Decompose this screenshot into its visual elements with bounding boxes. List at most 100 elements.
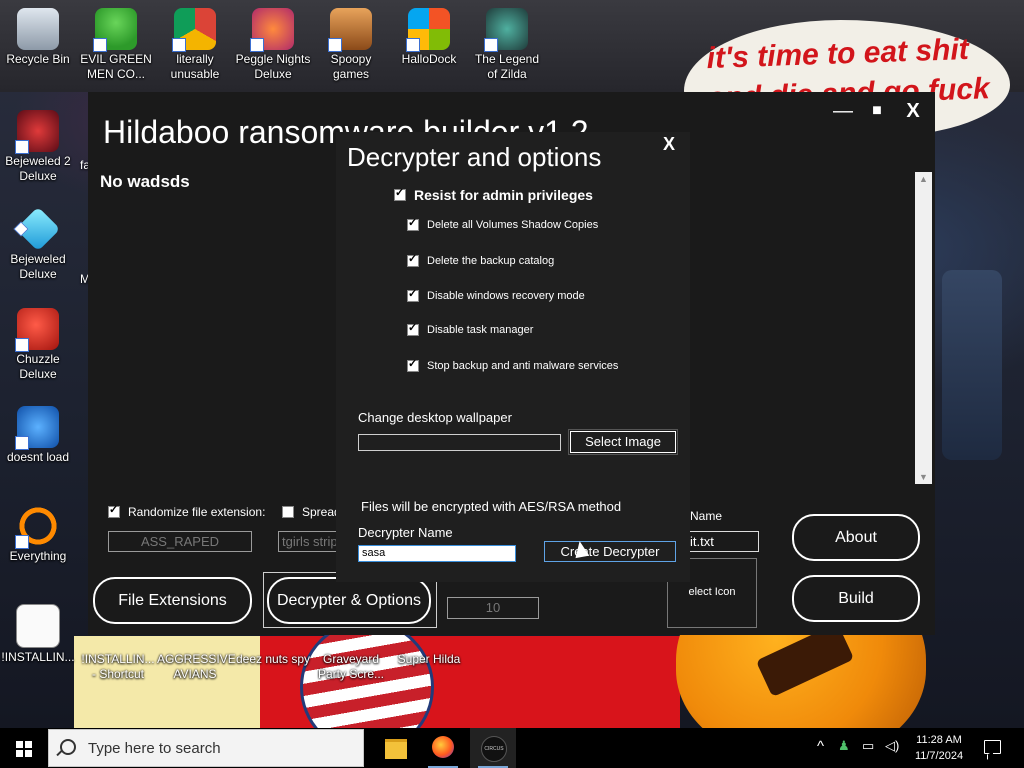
checkbox-icon (407, 357, 419, 372)
wallpaper-path-input[interactable] (358, 434, 561, 451)
option-label: Delete all Volumes Shadow Copies (427, 219, 599, 231)
everything-icon (15, 505, 59, 549)
number-input[interactable]: 10 (447, 597, 539, 619)
spread-label: Spread (302, 505, 341, 519)
network-icon[interactable]: ▭ (862, 738, 874, 754)
peggle-icon (250, 8, 294, 52)
checkbox-icon (407, 287, 419, 302)
desktop-icon-graveyard-party[interactable]: Graveyard Party Scre... (313, 652, 389, 682)
wallpaper-jar (942, 270, 1002, 460)
desktop-icon-bejeweled-2[interactable]: Bejeweled 2 Deluxe (0, 110, 76, 184)
build-button[interactable]: Build (792, 575, 920, 622)
desktop-icon-bejeweled[interactable]: Bejeweled Deluxe (0, 206, 76, 282)
desktop-icon-label: Bejeweled 2 Deluxe (5, 154, 71, 183)
recycle-bin-icon (17, 8, 59, 50)
people-icon[interactable]: ♟ (838, 738, 850, 754)
disable-recovery-checkbox[interactable]: Disable windows recovery mode (407, 287, 585, 302)
desktop-icon-aggressive-avians[interactable]: AGGRESSIVE AVIANS (157, 652, 236, 682)
clock-date: 11/7/2024 (914, 750, 964, 762)
desktop-icon-evil-green-men[interactable]: EVIL GREEN MEN CO... (78, 8, 154, 82)
thunderbird-icon (15, 406, 59, 450)
taskbar-clock[interactable]: 11:28 AM 11/7/2024 (905, 732, 973, 764)
spread-checkbox[interactable]: Spread (282, 505, 341, 519)
desktop-icon-label: literally unusable (170, 52, 220, 81)
maximize-button[interactable]: ■ (859, 96, 895, 126)
decrypter-options-button[interactable]: Decrypter & Options (267, 577, 431, 624)
checkbox-icon (407, 321, 419, 336)
desktop-icon-label: EVIL GREEN MEN CO... (80, 52, 152, 81)
volume-icon[interactable]: ◁) (885, 738, 899, 754)
desktop-icon-peggle[interactable]: Peggle Nights Deluxe (235, 8, 311, 82)
checkbox-icon (407, 252, 419, 267)
close-button[interactable]: X (895, 96, 931, 126)
option-label: Disable windows recovery mode (427, 290, 585, 302)
checkbox-icon (282, 506, 294, 518)
status-heading: No wadsds (100, 172, 190, 191)
folder-icon (328, 8, 372, 52)
randomize-extension-label: Randomize file extension: (128, 505, 266, 519)
desktop-icon-label: Chuzzle Deluxe (16, 352, 60, 381)
desktop-icon-super-hilda[interactable]: Super Hilda (391, 652, 467, 667)
encryption-note: Files will be encrypted with AES/RSA met… (361, 499, 622, 514)
desktop-icon-label: !INSTALLIN... - Shortcut (81, 652, 155, 681)
desktop-icon-label: AGGRESSIVE AVIANS (157, 652, 236, 681)
option-label: Delete the backup catalog (427, 255, 555, 267)
desktop-icon-label: Recycle Bin (6, 52, 70, 66)
dialog-close-button[interactable]: X (663, 134, 675, 155)
folder-icon (385, 739, 407, 759)
file-extensions-button[interactable]: File Extensions (93, 577, 252, 624)
desktop-icon-label: doesnt load (6, 450, 70, 464)
desktop-icon-label: !INSTALLIN... (1, 650, 75, 664)
desktop-icon-label: Spoopy games (330, 52, 372, 81)
desktop-icon-doesnt-load[interactable]: doesnt load (0, 406, 76, 465)
select-image-button[interactable]: Select Image (568, 429, 678, 455)
chrome-icon (172, 8, 216, 52)
scroll-down-icon[interactable]: ▼ (915, 472, 932, 482)
window-scrollbar[interactable]: ▲ ▼ (915, 172, 932, 484)
option-label: Disable task manager (427, 324, 534, 336)
stop-backup-services-checkbox[interactable]: Stop backup and anti malware services (407, 357, 618, 372)
desktop-icon-label: Everything (9, 549, 67, 563)
green-men-icon (93, 8, 137, 52)
search-icon (60, 739, 76, 755)
desktop-icon-installing[interactable]: !INSTALLIN... (0, 604, 76, 665)
delete-shadow-copies-checkbox[interactable]: Delete all Volumes Shadow Copies (407, 216, 599, 231)
desktop-icon-spoopy-games[interactable]: Spoopy games (313, 8, 389, 82)
desktop-icon-installing-shortcut[interactable]: !INSTALLIN... - Shortcut (80, 652, 156, 682)
disable-task-manager-checkbox[interactable]: Disable task manager (407, 321, 534, 336)
desktop-icon-zilda[interactable]: The Legend of Zilda (469, 8, 545, 82)
spread-input[interactable]: tgirls strip (278, 531, 341, 552)
wallpaper-label: Change desktop wallpaper (358, 410, 512, 425)
desktop-icon-label: Graveyard Party Scre... (317, 652, 385, 681)
about-button[interactable]: About (792, 514, 920, 561)
document-icon (16, 604, 60, 648)
desktop-icon-label: Super Hilda (397, 652, 461, 666)
desktop-icon-hallodock[interactable]: HalloDock (391, 8, 467, 67)
notification-icon[interactable] (984, 740, 1001, 754)
delete-backup-catalog-checkbox[interactable]: Delete the backup catalog (407, 252, 555, 267)
desktop-icon-label: Peggle Nights Deluxe (235, 52, 311, 81)
randomize-extension-checkbox[interactable]: Randomize file extension: (108, 503, 266, 519)
desktop-icon-chuzzle[interactable]: Chuzzle Deluxe (0, 308, 76, 382)
decrypter-name-input[interactable]: sasa (358, 545, 516, 562)
firefox-icon (432, 736, 454, 758)
tray-chevron-icon[interactable]: ^ (817, 738, 824, 755)
resist-admin-label: Resist for admin privileges (414, 187, 593, 203)
checkbox-icon (394, 186, 406, 201)
clock-time: 11:28 AM (916, 734, 962, 746)
desktop-icon-label: HalloDock (401, 52, 457, 66)
desktop-icon-deez-nuts-spy[interactable]: deez nuts spy (235, 652, 311, 667)
decrypter-name-label: Decrypter Name (358, 525, 453, 540)
note-name-input[interactable]: it.txt (686, 531, 759, 552)
resist-admin-checkbox[interactable]: Resist for admin privileges (394, 186, 593, 203)
desktop-icon-recycle-bin[interactable]: Recycle Bin (0, 8, 76, 67)
minimize-button[interactable]: — (825, 96, 861, 126)
desktop-icon-everything[interactable]: Everything (0, 505, 76, 564)
search-placeholder: Type here to search (88, 740, 221, 757)
extension-input[interactable]: ASS_RAPED (108, 531, 252, 552)
scroll-up-icon[interactable]: ▲ (915, 174, 932, 184)
bejeweled2-icon (15, 110, 59, 154)
create-decrypter-button[interactable]: Create Decrypter (544, 541, 676, 562)
desktop-icon-label: Bejeweled Deluxe (10, 252, 66, 281)
desktop-icon-literally-unusable[interactable]: literally unusable (157, 8, 233, 82)
